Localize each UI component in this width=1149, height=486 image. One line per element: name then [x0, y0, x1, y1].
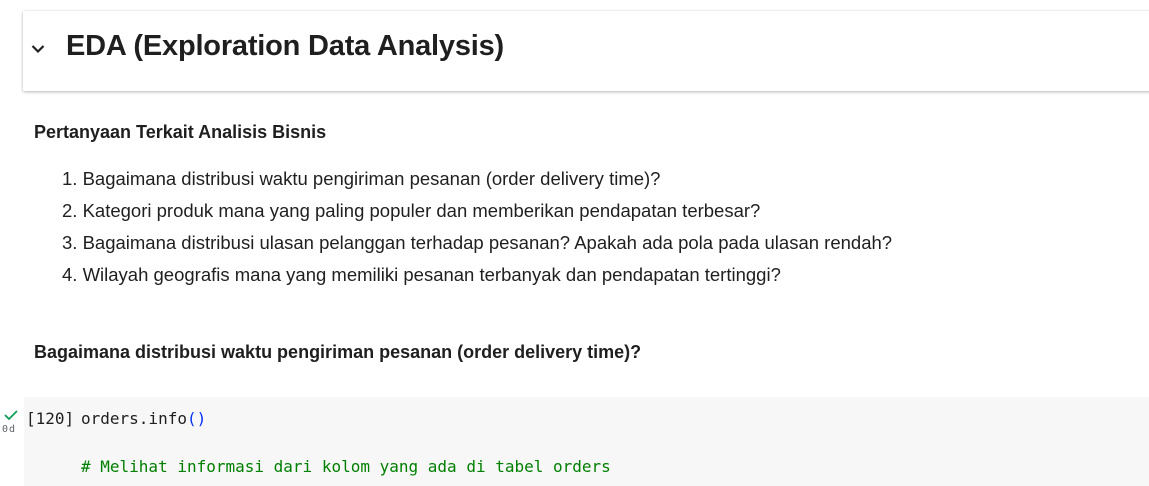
list-item: 1. Bagaimana distribusi waktu pengiriman… — [62, 168, 661, 189]
checkmark-icon — [4, 410, 18, 421]
notebook-page: EDA (Exploration Data Analysis) Pertanya… — [0, 0, 1149, 486]
markdown-subheading: Bagaimana distribusi waktu pengiriman pe… — [34, 342, 642, 362]
list-item: 2. Kategori produk mana yang paling popu… — [62, 200, 761, 221]
code-line-1[interactable]: orders.info() — [81, 409, 206, 428]
execution-time: 0d — [2, 424, 17, 435]
question-list: 1. Bagaimana distribusi waktu pengiriman… — [62, 163, 892, 291]
run-status[interactable]: 0d — [0, 408, 22, 438]
list-item: 4. Wilayah geografis mana yang memiliki … — [62, 264, 781, 285]
code-comment-line[interactable]: # Melihat informasi dari kolom yang ada … — [81, 457, 611, 476]
code-text: orders.info — [81, 409, 187, 428]
section-title: EDA (Exploration Data Analysis) — [66, 30, 505, 62]
list-item: 3. Bagaimana distribusi ulasan pelanggan… — [62, 232, 893, 253]
code-parens: () — [186, 409, 207, 428]
markdown-heading: Pertanyaan Terkait Analisis Bisnis — [34, 122, 327, 142]
chevron-down-icon[interactable] — [30, 41, 46, 57]
execution-count: [120] — [26, 409, 75, 428]
